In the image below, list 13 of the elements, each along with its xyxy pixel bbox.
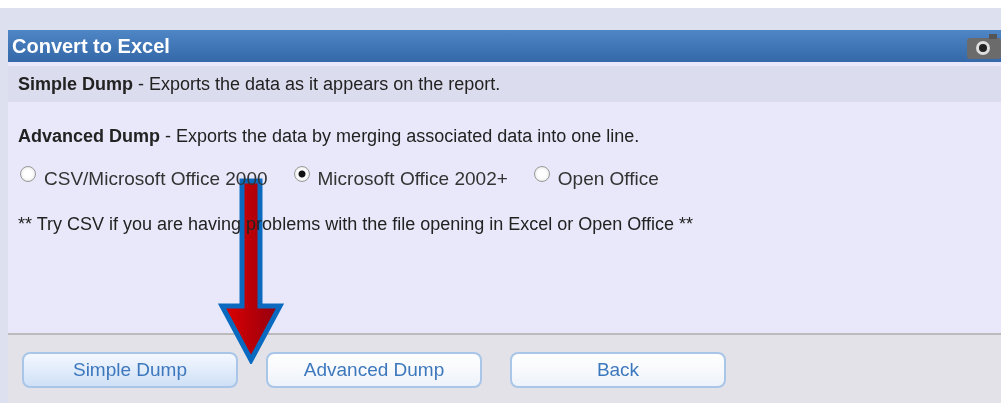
option-description: Advanced Dump - Exports the data by merging associated data into one line. [17, 125, 641, 148]
dialog-button[interactable]: Advanced Dump [266, 352, 482, 388]
camera-icon[interactable] [965, 32, 1001, 60]
radio-icon[interactable] [20, 166, 36, 182]
format-radio[interactable]: CSV/Microsoft Office 2000 [20, 168, 268, 190]
format-radio[interactable]: Open Office [533, 168, 659, 190]
radio-icon[interactable] [533, 166, 550, 182]
option-description: Simple Dump - Exports the data as it appears on the report. [8, 66, 1001, 102]
dialog-button[interactable]: Simple Dump [22, 352, 238, 388]
format-radio[interactable]: Microsoft Office 2002+ [293, 168, 508, 190]
dialog-title: Convert to Excel [12, 34, 170, 58]
dialog-button[interactable]: Back [510, 352, 726, 388]
radio-icon[interactable] [293, 166, 310, 182]
